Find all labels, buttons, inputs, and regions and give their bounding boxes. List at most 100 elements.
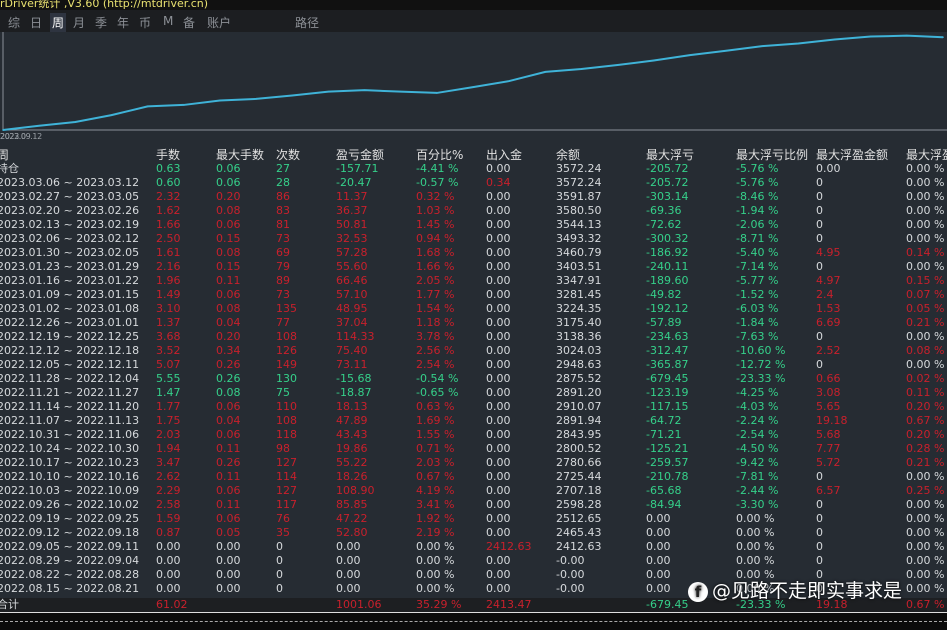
table-row[interactable]: 2022.09.05 ~ 2022.09.11 0.00 0.00 0 0.00 0.00… [0,540,947,554]
table-row[interactable]: 2022.10.03 ~ 2022.10.09 2.29 0.06 127 108.90… [0,484,947,498]
table-row[interactable]: 2022.10.31 ~ 2022.11.06 2.03 0.06 118 43.43 1… [0,428,947,442]
cell-col-9: 0.00 % [736,526,775,539]
cell-col-9: 最大浮亏比例 [736,148,809,162]
cell-col-11: 0.00 % [906,568,945,581]
table-row[interactable]: 2023.01.23 ~ 2023.01.29 2.16 0.15 79 55.60 1.… [0,260,947,274]
table-row[interactable]: 2022.09.12 ~ 2022.09.18 0.87 0.05 35 52.80 2.… [0,526,947,540]
table-row[interactable]: 2022.10.24 ~ 2022.10.30 1.94 0.11 98 19.86 0.… [0,442,947,456]
tab-2[interactable]: 周 [50,13,67,32]
cell-col-7: 3403.51 [556,260,602,273]
table-row[interactable]: 2023.02.20 ~ 2023.02.26 1.62 0.08 83 36.37 1.… [0,204,947,218]
cell-col-6: 0.00 [486,582,511,595]
cell-col-11: 0.28 % [906,442,945,455]
table-row[interactable]: 2023.02.27 ~ 2023.03.05 2.32 0.20 86 11.37 0.… [0,190,947,204]
table-row[interactable]: 2022.12.12 ~ 2022.12.18 3.52 0.34 126 75.40 2… [0,344,947,358]
cell-col-2: 0.26 [216,372,241,385]
table-row[interactable]: 2023.01.09 ~ 2023.01.15 1.49 0.06 73 57.10 1.… [0,288,947,302]
cell-col-3: 110 [276,400,297,413]
table-row[interactable]: 2022.12.19 ~ 2022.12.25 3.68 0.20 108 114.33… [0,330,947,344]
cell-col-1: 2.32 [156,190,181,203]
table-row[interactable]: 2022.11.28 ~ 2022.12.04 5.55 0.26 130 -15.68… [0,372,947,386]
cell-col-9: -1.52 % [736,288,779,301]
tab-5[interactable]: 年 [115,13,131,32]
cell-col-3: 83 [276,204,290,217]
table-row[interactable]: 2022.10.17 ~ 2022.10.23 3.47 0.26 127 55.22 2… [0,456,947,470]
table-row[interactable]: 2023.03.06 ~ 2023.03.12 0.60 0.06 28 -20.47 -… [0,176,947,190]
cell-col-5: 0.32 % [416,190,455,203]
table-row[interactable]: 2022.12.05 ~ 2022.12.11 5.07 0.26 149 73.11 2… [0,358,947,372]
tab-4[interactable]: 季 [93,13,109,32]
cell-col-7: 余额 [556,148,581,162]
cell-col-7: -0.00 [556,554,585,567]
tab-8[interactable]: 备 [181,13,197,32]
table-row[interactable]: 2022.11.14 ~ 2022.11.20 1.77 0.06 110 18.13 0… [0,400,947,414]
cell-col-7: 2910.07 [556,400,602,413]
tab-1[interactable]: 日 [28,13,44,32]
cell-col-11: 0.00 % [906,582,945,595]
tab-10[interactable]: 路径 [293,13,321,32]
cell-col-1: 3.68 [156,330,181,343]
cell-col-0: 2022.12.12 ~ 2022.12.18 [0,344,140,357]
table-row[interactable]: 2022.11.07 ~ 2022.11.13 1.75 0.04 108 47.89 1… [0,414,947,428]
table-row[interactable]: 2023.01.30 ~ 2023.02.05 1.61 0.08 69 57.28 1.… [0,246,947,260]
balance-point [725,49,727,52]
table-row[interactable]: 2023.01.02 ~ 2023.01.08 3.10 0.08 135 48.95 1… [0,302,947,316]
cell-col-5: 1.55 % [416,428,455,441]
cell-col-8: -679.45 [646,372,689,385]
cell-col-10: 4.97 [816,274,841,287]
table-row[interactable]: 持仓 0.63 0.06 27 -157.71 -4.41 % 0.00 3572.24 -20… [0,162,947,176]
cell-col-3: 108 [276,414,297,427]
tab-7[interactable]: M [161,13,175,29]
app-title: rDriver统计 ,V3.60 (http://mtdriver.cn) [0,0,209,10]
cell-col-5: 1.54 % [416,302,455,315]
cell-col-10: 0 [816,176,823,189]
cell-col-8: -303.14 [646,190,689,203]
tab-3[interactable]: 月 [71,13,87,32]
balance-point [869,35,872,38]
table-row[interactable]: 2022.10.10 ~ 2022.10.16 2.62 0.11 114 18.26 0… [0,470,947,484]
cell-col-5: 0.00 % [416,540,455,553]
cell-col-9: -5.40 % [736,246,779,259]
cell-col-2: 最大手数 [216,148,265,162]
balance-point [797,42,800,45]
table-row[interactable]: 2022.09.26 ~ 2022.10.02 2.58 0.11 117 85.85 3… [0,498,947,512]
cell-col-4: 0.00 [336,582,361,595]
table-row[interactable]: 2023.02.06 ~ 2023.02.12 2.50 0.15 73 32.53 0.… [0,232,947,246]
table-row[interactable]: 2022.08.29 ~ 2022.09.04 0.00 0.00 0 0.00 0.00… [0,554,947,568]
tab-0[interactable]: 综 [6,13,22,32]
table-row[interactable]: 2022.09.19 ~ 2022.09.25 1.59 0.06 76 47.22 1.… [0,512,947,526]
tab-6[interactable]: 币 [137,13,153,32]
cell-col-5: 1.03 % [416,204,455,217]
table-row[interactable]: 2022.12.26 ~ 2023.01.01 1.37 0.04 77 37.04 1.… [0,316,947,330]
cell-col-3: 98 [276,442,290,455]
cell-col-8: -65.68 [646,484,682,497]
cell-col-3: 0 [276,582,283,595]
cell-col-11: 0.00 % [906,204,945,217]
cell-col-6: 0.00 [486,358,511,371]
cell-col-1: 1.62 [156,204,181,217]
balance-point [761,45,764,47]
balance-point [74,121,77,123]
cell-col-10: 4.95 [816,246,841,259]
cell-col-5: 4.19 % [416,484,455,497]
cell-col-3: 77 [276,316,290,329]
cell-col-2: 0.00 [216,582,241,595]
cell-col-9: -5.76 % [736,162,779,175]
tab-9[interactable]: 账户 [205,13,233,32]
cell-col-11: 0.05 % [906,302,945,315]
cell-col-10: 0 [816,232,823,245]
cell-col-11: 0.67 % [906,598,945,611]
cell-col-3: 0 [276,554,283,567]
cell-col-1: 3.10 [156,302,181,315]
cell-col-0: 2022.11.07 ~ 2022.11.13 [0,414,140,427]
cell-col-8: 0.00 [646,512,671,525]
table-row[interactable]: 2023.02.13 ~ 2023.02.19 1.66 0.06 81 50.81 1.… [0,218,947,232]
cell-col-1: 1.37 [156,316,181,329]
cell-col-11: 0.08 % [906,344,945,357]
cell-col-2: 0.00 [216,554,241,567]
table-row[interactable]: 2023.01.16 ~ 2023.01.22 1.96 0.11 89 66.46 2.… [0,274,947,288]
cell-col-8: -72.62 [646,218,682,231]
cell-col-4: -20.47 [336,176,372,189]
table-row[interactable]: 2022.11.21 ~ 2022.11.27 1.47 0.08 75 -18.87 -… [0,386,947,400]
cell-col-8: 0.00 [646,568,671,581]
